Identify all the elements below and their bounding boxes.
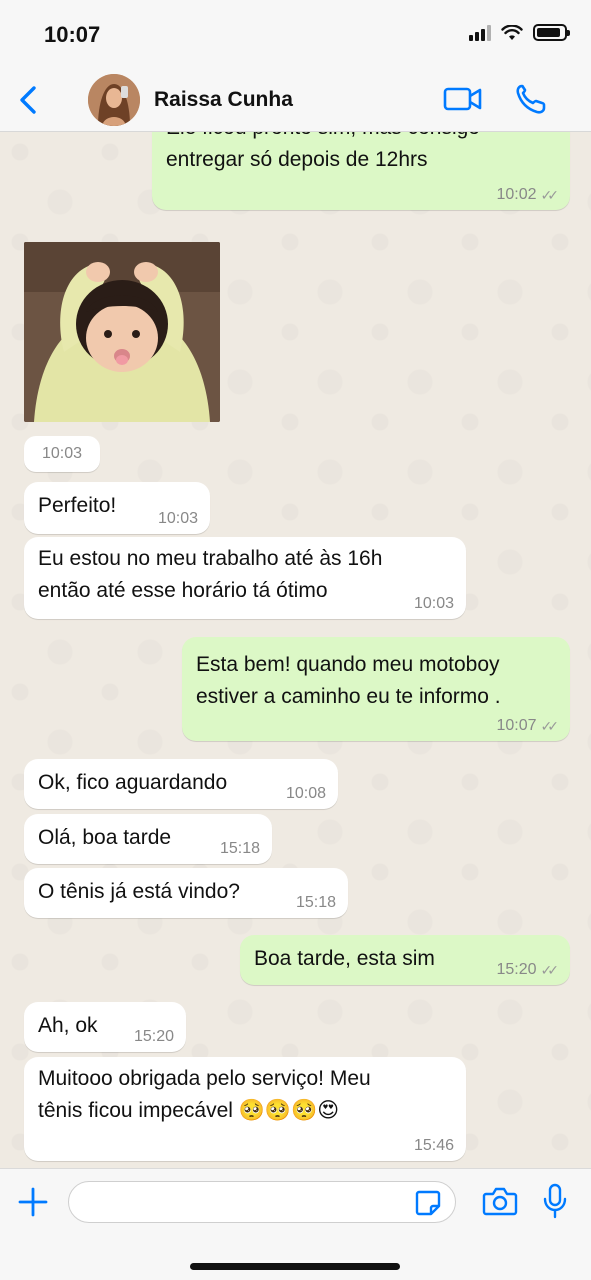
double-check-icon: ✓✓	[540, 718, 560, 734]
message-text-line2: estiver a caminho eu te informo .	[196, 685, 501, 708]
battery-icon	[533, 24, 570, 41]
message-incoming[interactable]: Eu estou no meu trabalho até às 16h entã…	[24, 537, 466, 619]
message-meta: 15:20 ✓✓	[496, 961, 560, 979]
message-text-line1: Eu estou no meu trabalho até às 16h	[38, 547, 383, 570]
chat-messages[interactable]: Ele ficou pronto sim, mas consigo entreg…	[0, 132, 591, 1168]
sticker-child-photo	[24, 242, 220, 422]
sticker-button[interactable]	[414, 1189, 442, 1217]
camera-button[interactable]	[482, 1185, 518, 1217]
message-time: 15:18	[219, 840, 260, 857]
message-outgoing[interactable]: Ele ficou pronto sim, mas consigo entreg…	[152, 132, 570, 210]
message-time: 15:20	[496, 961, 537, 978]
contact-name[interactable]: Raissa Cunha	[154, 88, 293, 112]
sticker-icon	[415, 1190, 441, 1216]
video-call-button[interactable]	[443, 84, 483, 114]
message-time: 15:46	[413, 1137, 454, 1154]
home-indicator[interactable]	[190, 1263, 400, 1270]
video-call-icon	[443, 87, 482, 111]
attach-button[interactable]	[18, 1187, 48, 1217]
back-button[interactable]	[14, 82, 44, 118]
double-check-icon: ✓✓	[540, 187, 560, 203]
message-time: 10:07	[496, 717, 537, 734]
message-input[interactable]	[68, 1181, 456, 1223]
message-incoming[interactable]: Perfeito! 10:03	[24, 482, 210, 534]
composer-bar	[0, 1168, 591, 1280]
message-time: 15:20	[133, 1028, 174, 1045]
chat-header: Raissa Cunha	[0, 68, 591, 132]
message-text-line2: então até esse horário tá ótimo	[38, 579, 328, 602]
wifi-icon	[501, 24, 523, 40]
voice-call-button[interactable]	[514, 82, 548, 116]
message-time: 15:18	[295, 894, 336, 911]
message-time: 10:02	[496, 186, 537, 203]
plus-icon	[18, 1187, 48, 1217]
message-incoming[interactable]: Olá, boa tarde 15:18	[24, 814, 272, 864]
message-text: Ok, fico aguardando	[38, 771, 228, 794]
avatar[interactable]	[88, 74, 140, 126]
cellular-signal-icon	[469, 24, 491, 41]
message-text-line1: Muitooo obrigada pelo serviço! Meu	[38, 1067, 371, 1090]
message-incoming[interactable]: Ah, ok 15:20	[24, 1002, 186, 1052]
message-meta: 10:02 ✓✓	[496, 186, 560, 204]
status-icons	[469, 24, 570, 41]
status-time: 10:07	[44, 22, 101, 47]
message-meta: 10:07 ✓✓	[496, 717, 560, 735]
message-outgoing[interactable]: Esta bem! quando meu motoboy estiver a c…	[182, 637, 570, 741]
message-outgoing[interactable]: Boa tarde, esta sim 15:20 ✓✓	[240, 935, 570, 985]
microphone-button[interactable]	[542, 1183, 568, 1219]
message-text: O tênis já está vindo?	[38, 880, 240, 903]
message-time: 10:03	[413, 595, 454, 612]
microphone-icon	[543, 1183, 567, 1219]
status-bar: 10:07	[0, 0, 591, 68]
sticker-timestamp: 10:03	[24, 436, 100, 472]
message-text-line1: Esta bem! quando meu motoboy	[196, 653, 500, 676]
message-text-hidden: Ele ficou pronto sim, mas consigo	[166, 132, 556, 144]
sticker-image[interactable]	[24, 242, 220, 422]
avatar-photo	[88, 74, 140, 126]
phone-icon	[516, 84, 546, 114]
message-incoming[interactable]: Muitooo obrigada pelo serviço! Meu tênis…	[24, 1057, 466, 1161]
double-check-icon: ✓✓	[540, 962, 560, 978]
message-text-line2: tênis ficou impecável 🥺🥺🥺😍	[38, 1099, 340, 1122]
camera-icon	[482, 1187, 518, 1216]
message-time: 10:08	[285, 785, 326, 802]
message-time: 10:03	[157, 510, 198, 527]
message-text: entregar só depois de 12hrs	[166, 148, 428, 171]
chevron-left-icon	[20, 86, 36, 114]
message-incoming[interactable]: O tênis já está vindo? 15:18	[24, 868, 348, 918]
message-incoming[interactable]: Ok, fico aguardando 10:08	[24, 759, 338, 809]
